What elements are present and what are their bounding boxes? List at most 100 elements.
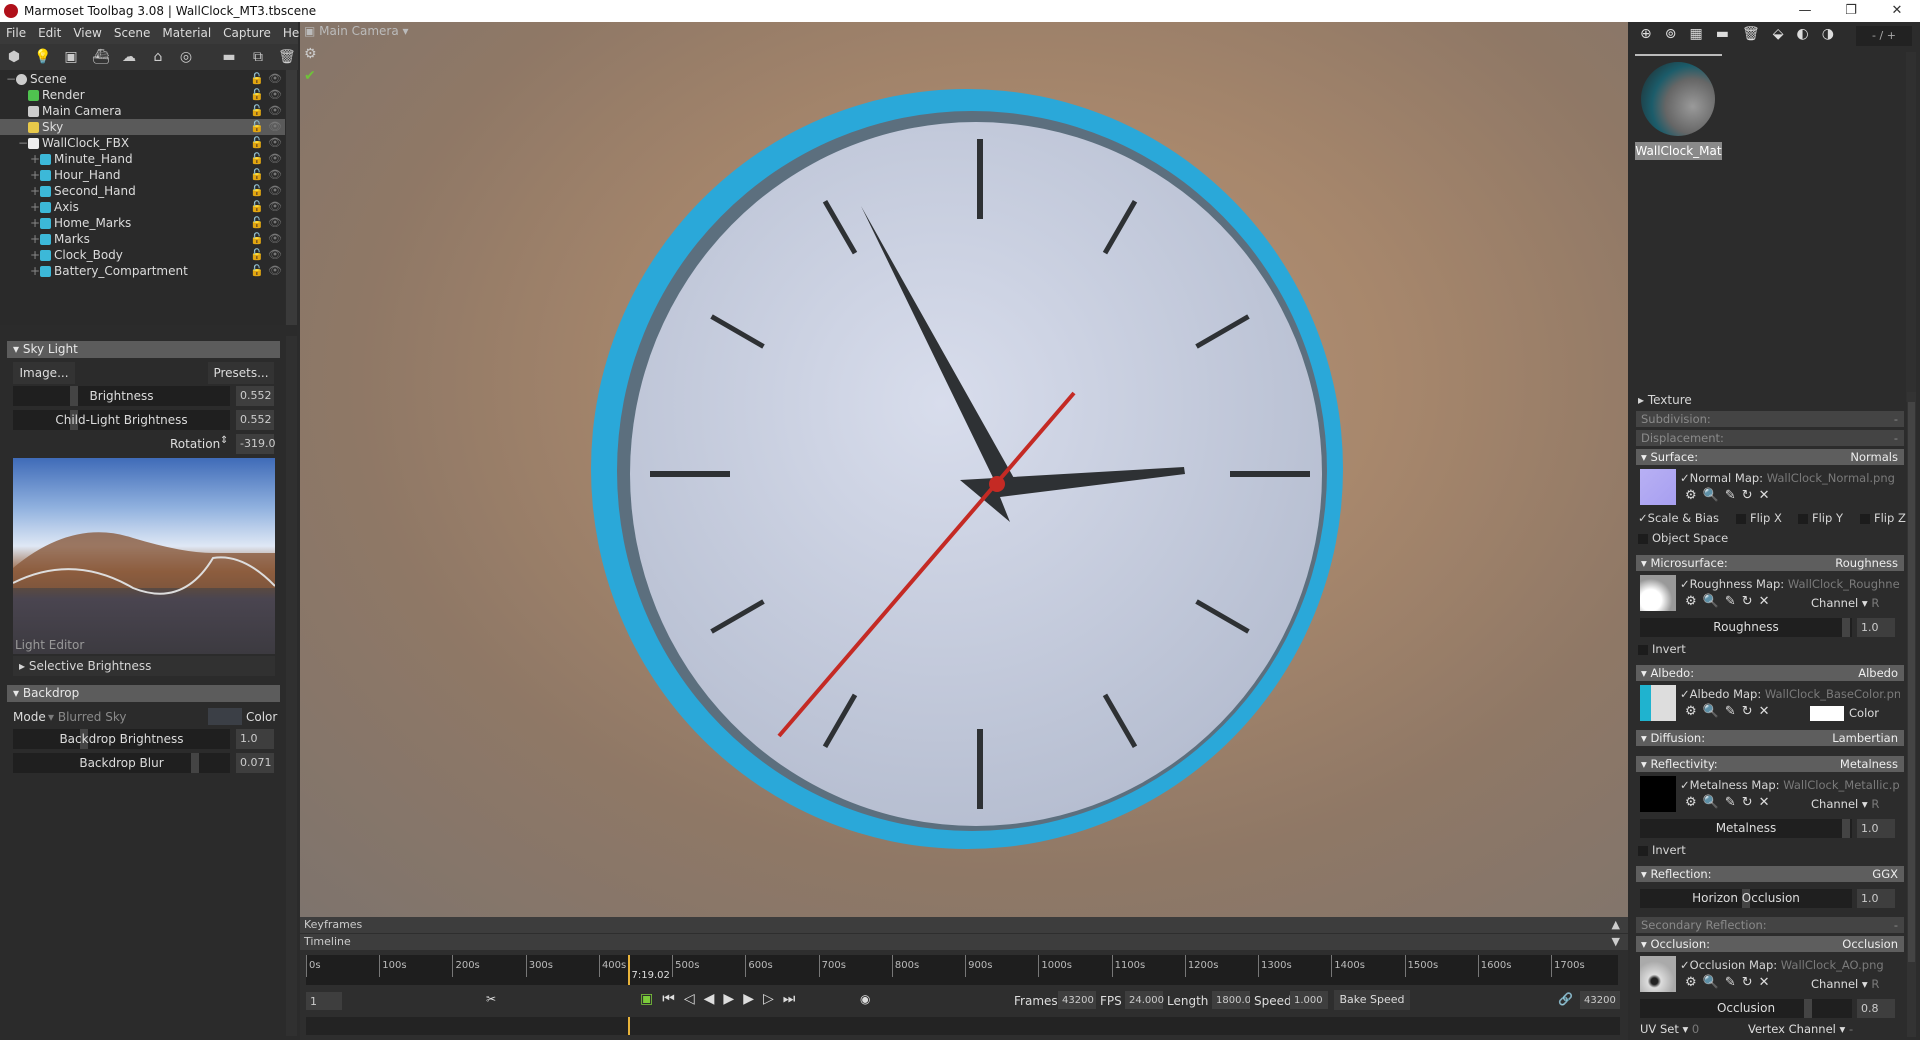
backdrop-brightness-value[interactable]: 1.0: [236, 729, 274, 749]
occlusion-value[interactable]: 0.8: [1857, 999, 1895, 1018]
selective-brightness-toggle[interactable]: ▸ Selective Brightness: [13, 656, 275, 676]
occlusion-map-actions[interactable]: ⚙🔍✎↻✕: [1685, 975, 1776, 990]
export-icon[interactable]: ◐: [1797, 26, 1822, 42]
visibility-eye-icon[interactable]: 👁: [268, 263, 282, 279]
timeline-header[interactable]: Timeline ▼: [300, 934, 1628, 950]
menu-material[interactable]: Material: [162, 22, 211, 44]
lock-icon[interactable]: 🔓: [250, 247, 264, 263]
backdrop-header[interactable]: ▾ Backdrop: [7, 685, 280, 702]
occlusion-map-thumbnail[interactable]: [1640, 956, 1676, 992]
rotation-spinner-icon[interactable]: ⇕: [220, 435, 228, 446]
roughness-map-thumbnail[interactable]: [1640, 575, 1676, 611]
secondary-reflection-header[interactable]: Secondary Reflection: -: [1636, 917, 1904, 933]
visibility-eye-icon[interactable]: 👁: [268, 215, 282, 231]
visibility-eye-icon[interactable]: 👁: [268, 151, 282, 167]
sky-preview-panorama[interactable]: Light Editor: [13, 458, 275, 654]
visibility-eye-icon[interactable]: 👁: [268, 199, 282, 215]
tree-scrollbar[interactable]: [286, 70, 297, 325]
bake-speed-button[interactable]: Bake Speed: [1334, 990, 1410, 1010]
roughness-channel-dropdown[interactable]: Channel ▾ R: [1811, 596, 1879, 610]
sky-light-header[interactable]: ▾ Sky Light: [7, 341, 280, 358]
occlusion-channel-dropdown[interactable]: Channel ▾ R: [1811, 977, 1879, 991]
skip-end-icon[interactable]: ⏭: [783, 991, 805, 1007]
checker-icon[interactable]: ▦: [1689, 26, 1715, 42]
tree-item-axis[interactable]: + Axis 🔓 👁: [0, 199, 285, 215]
duplicate-material-icon[interactable]: ⊚: [1665, 26, 1690, 42]
displacement-header[interactable]: Displacement: -: [1636, 430, 1904, 446]
expand-toggle[interactable]: +: [30, 215, 40, 231]
lock-icon[interactable]: 🔓: [250, 263, 264, 279]
tree-item-marks[interactable]: + Marks 🔓 👁: [0, 231, 285, 247]
presets-button[interactable]: Presets...: [208, 362, 274, 384]
material-thumbnail[interactable]: WallClock_Mat: [1635, 54, 1722, 164]
metalness-slider[interactable]: Metalness: [1640, 819, 1852, 838]
playhead[interactable]: 7:19.02: [627, 955, 670, 985]
object-space-checkbox[interactable]: Object Space: [1638, 531, 1900, 545]
next-key-icon[interactable]: ▷: [763, 991, 783, 1007]
lock-icon[interactable]: 🔓: [250, 215, 264, 231]
expand-toggle[interactable]: +: [30, 151, 40, 167]
speed-field[interactable]: 1.000: [1290, 991, 1328, 1009]
backdrop-color-swatch[interactable]: [208, 708, 242, 725]
backdrop-blur-value[interactable]: 0.071: [236, 753, 274, 773]
tree-item-wallclock-fbx[interactable]: − WallClock_FBX 🔓 👁: [0, 135, 285, 151]
expand-toggle[interactable]: −: [18, 135, 28, 151]
add-object-cube-icon[interactable]: ⬢: [6, 49, 22, 65]
roughness-map-slot[interactable]: ✓Roughness Map: WallClock_Roughness.png: [1680, 577, 1900, 591]
menu-view[interactable]: View: [73, 22, 101, 44]
add-light-bulb-icon[interactable]: 💡: [34, 49, 51, 65]
backdrop-blur-slider[interactable]: Backdrop Blur: [13, 753, 230, 773]
albedo-map-actions[interactable]: ⚙🔍✎↻✕: [1685, 704, 1776, 719]
uv-set-dropdown[interactable]: UV Set ▾ 0: [1640, 1022, 1699, 1036]
normal-map-actions[interactable]: ⚙🔍✎↻✕: [1685, 488, 1776, 503]
visibility-eye-icon[interactable]: 👁: [268, 103, 282, 119]
horizon-occlusion-slider[interactable]: Horizon Occlusion: [1640, 889, 1852, 908]
loop-icon[interactable]: ▣: [640, 991, 662, 1007]
folder-icon[interactable]: ▬: [221, 49, 237, 65]
expand-toggle[interactable]: +: [30, 247, 40, 263]
child-light-value[interactable]: 0.552: [236, 410, 274, 430]
expand-toggle[interactable]: +: [30, 199, 40, 215]
track-playhead[interactable]: [627, 1017, 630, 1035]
tree-item-second-hand[interactable]: + Second_Hand 🔓 👁: [0, 183, 285, 199]
reflectivity-header[interactable]: ▾ Reflectivity: Metalness: [1636, 756, 1904, 772]
metalness-value[interactable]: 1.0: [1857, 819, 1895, 838]
visibility-eye-icon[interactable]: 👁: [268, 119, 282, 135]
roughness-invert-checkbox[interactable]: Invert: [1638, 642, 1900, 656]
surface-header[interactable]: ▾ Surface: Normals: [1636, 449, 1904, 465]
fps-field[interactable]: 24.000: [1125, 991, 1164, 1009]
delete-trash-icon[interactable]: 🗑: [1742, 26, 1773, 42]
tree-item-render[interactable]: Render 🔓 👁: [0, 87, 285, 103]
occlusion-map-slot[interactable]: ✓Occlusion Map: WallClock_AO.png: [1680, 958, 1900, 972]
add-shadow-catcher-icon[interactable]: ⛴: [92, 49, 110, 65]
scale-bias-checkbox[interactable]: ✓Scale & Bias: [1638, 511, 1719, 525]
timeline-ruler[interactable]: 7:19.02 0s 100s 200s 300s 400s 500s 600s 700s 80…: [306, 955, 1618, 985]
tree-item-sky[interactable]: Sky 🔓 👁: [0, 119, 285, 135]
skip-start-icon[interactable]: ⏮: [662, 991, 684, 1007]
visibility-eye-icon[interactable]: 👁: [268, 183, 282, 199]
normal-map-thumbnail[interactable]: [1640, 469, 1676, 505]
3d-viewport[interactable]: ▣ Main Camera ▾ ⚙ ✔: [300, 22, 1628, 917]
child-light-brightness-slider[interactable]: Child-Light Brightness: [13, 410, 230, 430]
tree-item-home-marks[interactable]: + Home_Marks 🔓 👁: [0, 215, 285, 231]
texture-toggle[interactable]: ▸ Texture: [1638, 393, 1900, 407]
albedo-map-thumbnail[interactable]: [1640, 685, 1676, 721]
visibility-eye-icon[interactable]: 👁: [268, 231, 282, 247]
occlusion-header[interactable]: ▾ Occlusion: Occlusion: [1636, 936, 1904, 952]
backdrop-brightness-slider[interactable]: Backdrop Brightness: [13, 729, 230, 749]
normal-map-slot[interactable]: ✓Normal Map: WallClock_Normal.png: [1680, 471, 1900, 485]
material-props-scrollbar[interactable]: [1907, 392, 1916, 1037]
material-list-scrollbar[interactable]: [1906, 52, 1916, 402]
rotation-value[interactable]: -319.0: [236, 434, 275, 454]
brightness-slider[interactable]: Brightness: [13, 386, 230, 406]
brightness-value[interactable]: 0.552: [236, 386, 274, 406]
roughness-value[interactable]: 1.0: [1857, 618, 1895, 637]
viewport-settings-gear-icon[interactable]: ⚙: [304, 46, 317, 62]
visibility-eye-icon[interactable]: 👁: [268, 87, 282, 103]
end-frame-field[interactable]: 43200: [1580, 991, 1620, 1009]
expand-toggle[interactable]: +: [30, 183, 40, 199]
metalness-channel-dropdown[interactable]: Channel ▾ R: [1811, 797, 1879, 811]
visibility-eye-icon[interactable]: 👁: [268, 71, 282, 87]
keyframe-track[interactable]: [306, 1017, 1620, 1035]
lock-icon[interactable]: 🔓: [250, 103, 264, 119]
